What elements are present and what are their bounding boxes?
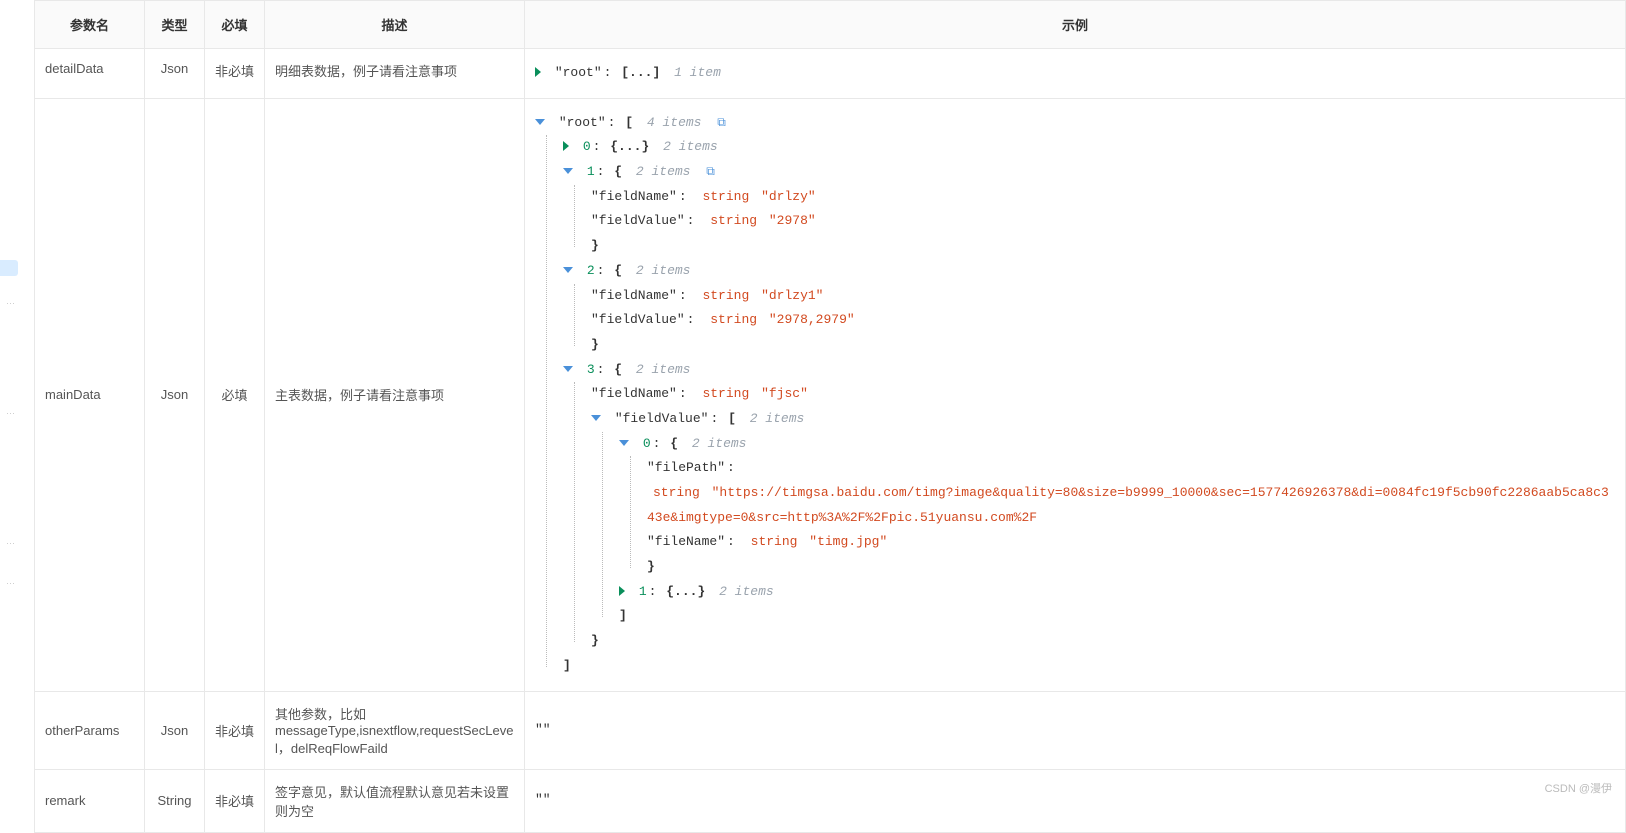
gutter-dots: ··· <box>6 410 15 416</box>
table-row: otherParams Json 非必填 其他参数，比如messageType,… <box>35 691 1626 769</box>
json-key: "fieldValue" <box>591 213 685 228</box>
item-count: 2 items <box>719 584 774 599</box>
copy-icon[interactable]: ⧉ <box>706 161 715 184</box>
json-key: "fieldName" <box>591 189 677 204</box>
collapse-icon[interactable] <box>535 119 545 125</box>
cell-example: "root": [...] 1 item <box>525 49 1626 99</box>
json-type: string <box>751 534 798 549</box>
expand-icon[interactable] <box>563 141 569 151</box>
json-key: "fieldName" <box>591 288 677 303</box>
cell-required: 必填 <box>205 98 265 691</box>
gutter-dots: ··· <box>6 540 15 546</box>
json-empty: "" <box>535 792 551 807</box>
cell-desc: 主表数据，例子请看注意事项 <box>265 98 525 691</box>
collapse-icon[interactable] <box>619 440 629 446</box>
expand-icon[interactable] <box>535 67 541 77</box>
collapse-icon[interactable] <box>591 415 601 421</box>
json-index: 1 <box>639 584 647 599</box>
cell-desc: 其他参数，比如messageType,isnextflow,requestSec… <box>265 691 525 769</box>
cell-type: String <box>145 769 205 832</box>
copy-icon[interactable]: ⧉ <box>717 112 726 135</box>
json-type: string <box>653 485 700 500</box>
cell-type: Json <box>145 49 205 99</box>
th-desc: 描述 <box>265 1 525 49</box>
json-empty: "" <box>535 722 551 737</box>
json-key: "fieldValue" <box>615 411 709 426</box>
cell-type: Json <box>145 691 205 769</box>
collapse-icon[interactable] <box>563 267 573 273</box>
json-index: 3 <box>587 362 595 377</box>
item-count: 1 item <box>674 65 721 80</box>
table-row: detailData Json 非必填 明细表数据，例子请看注意事项 "root… <box>35 49 1626 99</box>
json-tree-maindata: "root": [ 4 items ⧉ 0: {...} 2 items <box>535 111 1615 679</box>
item-count: 2 items <box>692 436 747 451</box>
item-count: 2 items <box>636 362 691 377</box>
json-type: string <box>702 189 749 204</box>
json-index: 0 <box>583 139 591 154</box>
item-count: 4 items <box>647 115 702 130</box>
collapsed-brackets[interactable]: {...} <box>666 584 705 599</box>
cell-example: "" <box>525 691 1626 769</box>
cell-name: detailData <box>35 49 145 99</box>
left-gutter: ··· ··· ··· ··· <box>0 0 28 802</box>
item-count: 2 items <box>636 164 691 179</box>
json-string-value: "2978,2979" <box>769 312 855 327</box>
th-example: 示例 <box>525 1 1626 49</box>
th-type: 类型 <box>145 1 205 49</box>
json-key: "root" <box>555 65 602 80</box>
cell-required: 非必填 <box>205 691 265 769</box>
json-type: string <box>710 213 757 228</box>
table-row: remark String 非必填 签字意见，默认值流程默认意见若未设置则为空 … <box>35 769 1626 832</box>
params-table: 参数名 类型 必填 描述 示例 detailData Json 非必填 明细表数… <box>34 0 1626 833</box>
collapse-icon[interactable] <box>563 168 573 174</box>
json-key: "root" <box>559 115 606 130</box>
cell-name: remark <box>35 769 145 832</box>
json-string-value: "drlzy" <box>761 189 816 204</box>
json-key: "filePath" <box>647 460 725 475</box>
json-string-value: "fjsc" <box>761 386 808 401</box>
cell-name: otherParams <box>35 691 145 769</box>
json-key: "fieldName" <box>591 386 677 401</box>
item-count: 2 items <box>663 139 718 154</box>
collapsed-brackets[interactable]: [...] <box>621 65 660 80</box>
cell-desc: 明细表数据，例子请看注意事项 <box>265 49 525 99</box>
cell-example: "" <box>525 769 1626 832</box>
json-index: 1 <box>587 164 595 179</box>
json-index: 2 <box>587 263 595 278</box>
json-key: "fieldValue" <box>591 312 685 327</box>
json-string-value: "timg.jpg" <box>809 534 887 549</box>
cell-type: Json <box>145 98 205 691</box>
table-row: mainData Json 必填 主表数据，例子请看注意事项 "root": [… <box>35 98 1626 691</box>
json-type: string <box>702 386 749 401</box>
json-type: string <box>702 288 749 303</box>
cell-required: 非必填 <box>205 769 265 832</box>
th-name: 参数名 <box>35 1 145 49</box>
collapse-icon[interactable] <box>563 366 573 372</box>
json-key: "fileName" <box>647 534 725 549</box>
collapsed-brackets[interactable]: {...} <box>610 139 649 154</box>
side-tab[interactable] <box>0 260 18 276</box>
gutter-dots: ··· <box>6 300 15 306</box>
json-tree-detaildata: "root": [...] 1 item <box>535 61 1615 86</box>
gutter-dots: ··· <box>6 580 15 586</box>
watermark: CSDN @漫伊 <box>1545 780 1612 796</box>
json-index: 0 <box>643 436 651 451</box>
th-required: 必填 <box>205 1 265 49</box>
json-string-value: "https://timgsa.baidu.com/timg?image&qua… <box>647 485 1609 525</box>
cell-name: mainData <box>35 98 145 691</box>
json-type: string <box>710 312 757 327</box>
json-string-value: "2978" <box>769 213 816 228</box>
cell-desc: 签字意见，默认值流程默认意见若未设置则为空 <box>265 769 525 832</box>
expand-icon[interactable] <box>619 586 625 596</box>
table-header-row: 参数名 类型 必填 描述 示例 <box>35 1 1626 49</box>
cell-required: 非必填 <box>205 49 265 99</box>
cell-example: "root": [ 4 items ⧉ 0: {...} 2 items <box>525 98 1626 691</box>
json-string-value: "drlzy1" <box>761 288 823 303</box>
item-count: 2 items <box>750 411 805 426</box>
item-count: 2 items <box>636 263 691 278</box>
